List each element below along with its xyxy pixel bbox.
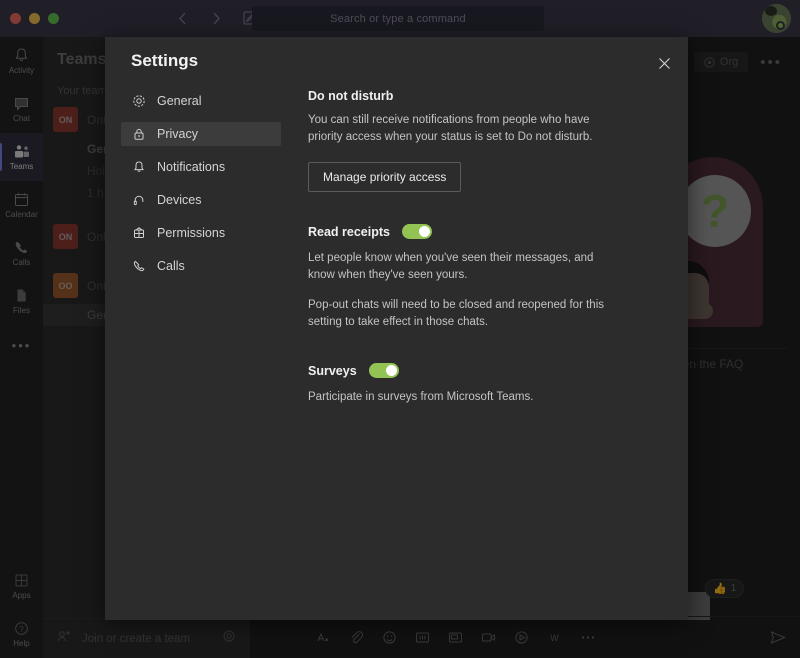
tab-calls[interactable]: Calls — [121, 254, 281, 278]
read-receipts-toggle[interactable] — [401, 224, 432, 239]
toggle-knob — [385, 365, 397, 376]
tab-devices[interactable]: Devices — [121, 188, 281, 212]
surveys-toggle[interactable] — [368, 363, 399, 378]
dialog-title: Settings — [131, 51, 199, 70]
tab-label: Devices — [157, 193, 202, 207]
lock-icon — [131, 127, 146, 142]
gear-icon — [131, 94, 146, 109]
toggle-knob — [418, 226, 430, 237]
tab-label: Calls — [157, 259, 185, 273]
surveys-block: Surveys Participate in surveys from Micr… — [308, 363, 664, 406]
tab-privacy[interactable]: Privacy — [121, 122, 281, 146]
surveys-row: Surveys — [308, 363, 664, 378]
tab-label: General — [157, 94, 202, 108]
read-receipts-label: Read receipts — [308, 224, 390, 239]
phone-icon — [131, 259, 146, 274]
tab-label: Notifications — [157, 160, 226, 174]
settings-dialog: Settings General Privacy Notifications D… — [105, 37, 688, 620]
dnd-description: You can still receive notifications from… — [308, 114, 593, 143]
read-receipts-row: Read receipts — [308, 224, 664, 239]
bell-icon — [131, 160, 146, 175]
tab-label: Privacy — [157, 127, 198, 141]
tab-permissions[interactable]: Permissions — [121, 221, 281, 245]
headset-icon — [131, 193, 146, 208]
close-icon[interactable] — [650, 49, 678, 77]
surveys-description: Participate in surveys from Microsoft Te… — [308, 391, 534, 403]
teams-app-window: Search or type a command Activity Chat T… — [0, 0, 800, 658]
tab-general[interactable]: General — [121, 89, 281, 113]
tab-notifications[interactable]: Notifications — [121, 155, 281, 179]
surveys-label: Surveys — [308, 363, 357, 378]
settings-nav: General Privacy Notifications Devices Pe… — [121, 89, 281, 287]
read-receipts-description-1: Let people know when you've seen their m… — [308, 252, 594, 281]
permissions-icon — [131, 226, 146, 241]
tab-label: Permissions — [157, 226, 226, 240]
dnd-heading: Do not disturb — [308, 89, 394, 103]
settings-panel-privacy: Do not disturb You can still receive not… — [308, 89, 664, 406]
manage-priority-access-button[interactable]: Manage priority access — [308, 162, 462, 192]
read-receipts-description-2: Pop-out chats will need to be closed and… — [308, 299, 604, 328]
